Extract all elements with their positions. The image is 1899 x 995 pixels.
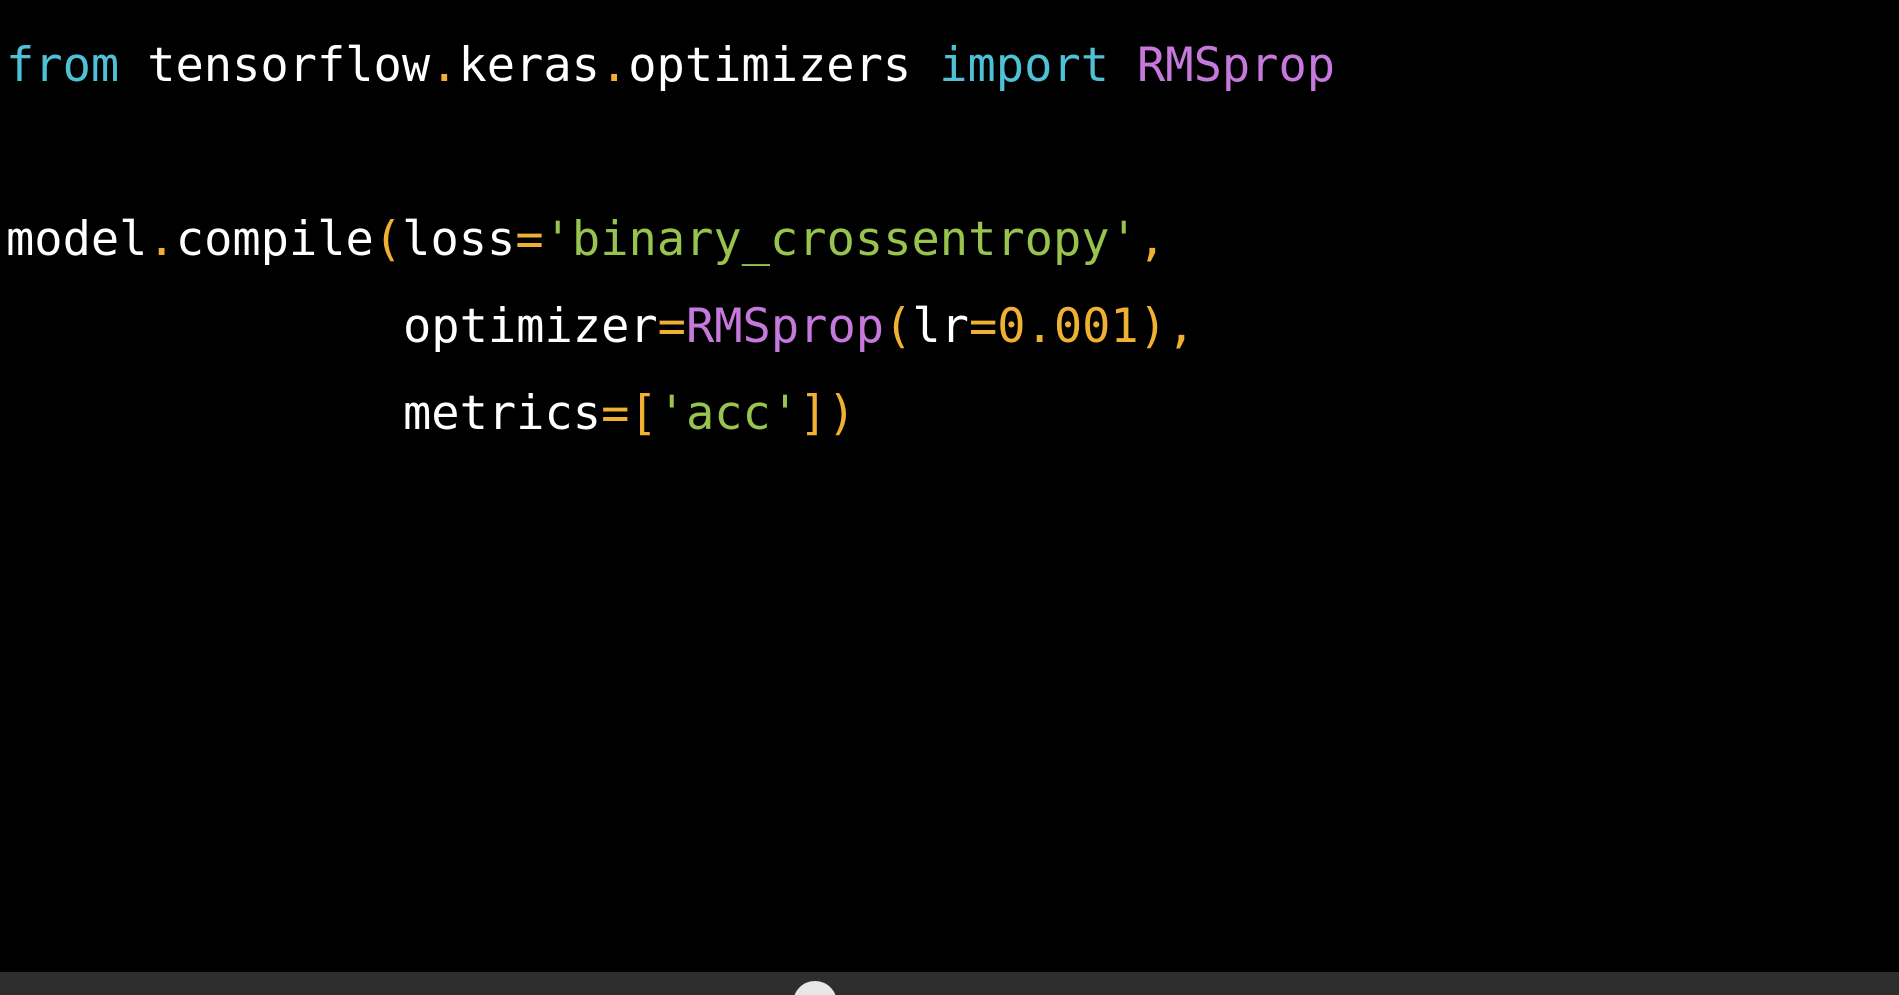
arg-optimizer: optimizer: [403, 299, 658, 354]
paren-close: ): [1138, 299, 1168, 354]
paren-open: (: [373, 212, 403, 267]
identifier-model: model: [6, 212, 148, 267]
bracket-close: ]: [799, 386, 828, 441]
paren-open: (: [884, 299, 913, 354]
keyword-from: from: [6, 38, 120, 93]
paren-close: ): [827, 386, 856, 441]
bracket-open: [: [629, 386, 658, 441]
equals: =: [601, 386, 630, 441]
scrubber-handle[interactable]: [793, 981, 837, 995]
equals: =: [657, 299, 686, 354]
equals: =: [515, 212, 544, 267]
code-line-compile: model.compile(loss='binary_crossentropy'…: [6, 196, 1335, 283]
code-block: from tensorflow.keras.optimizers import RMS…: [6, 22, 1335, 457]
comma: ,: [1167, 299, 1196, 354]
module-optimizers: optimizers: [628, 38, 912, 93]
number-learning-rate: 0.001: [997, 299, 1139, 354]
code-line-metrics: metrics=['acc']): [6, 370, 1335, 457]
kwarg-lr: lr: [912, 299, 969, 354]
equals: =: [968, 299, 998, 354]
module-tensorflow: tensorflow: [147, 38, 431, 93]
video-frame: from tensorflow.keras.optimizers import RMS…: [0, 0, 1899, 995]
dot: .: [430, 38, 459, 93]
class-rmsprop: RMSprop: [1136, 38, 1336, 93]
video-progress-bar[interactable]: [0, 972, 1899, 995]
keyword-import: import: [939, 38, 1109, 93]
dot: .: [599, 38, 629, 93]
module-keras: keras: [458, 38, 600, 93]
string-loss-value: 'binary_crossentropy': [543, 212, 1138, 267]
code-line-import: from tensorflow.keras.optimizers import RMS…: [6, 22, 1335, 109]
string-metric-acc: 'acc': [657, 386, 800, 441]
class-rmsprop-call: RMSprop: [685, 299, 885, 354]
comma: ,: [1137, 212, 1167, 267]
arg-metrics: metrics: [403, 386, 602, 441]
arg-loss: loss: [402, 212, 516, 267]
dot: .: [147, 212, 176, 267]
method-compile: compile: [175, 212, 374, 267]
code-line-optimizer: optimizer=RMSprop(lr=0.001),: [6, 283, 1335, 370]
